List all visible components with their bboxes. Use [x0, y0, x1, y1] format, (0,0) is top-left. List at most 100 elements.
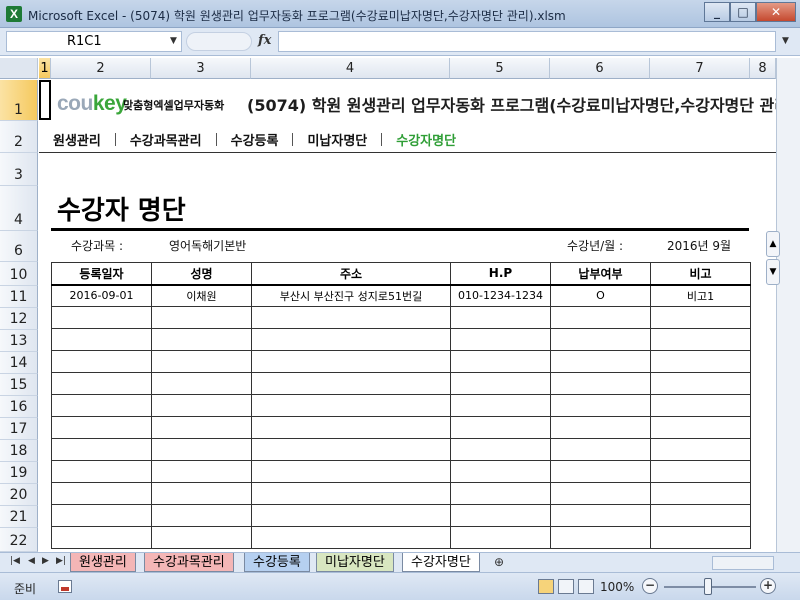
table-cell[interactable]	[550, 394, 651, 417]
column-title[interactable]: H.P	[450, 262, 551, 286]
table-cell[interactable]	[450, 460, 551, 483]
function-icon[interactable]: fx	[258, 33, 271, 48]
row-header[interactable]: 20	[0, 484, 38, 506]
chevron-down-icon[interactable]: ▼	[170, 36, 177, 46]
table-cell[interactable]	[51, 460, 152, 483]
minimize-icon[interactable]: _	[704, 2, 730, 22]
close-icon[interactable]: ✕	[756, 2, 796, 22]
row-header[interactable]: 17	[0, 418, 38, 440]
table-cell[interactable]	[650, 372, 751, 395]
name-box[interactable]: R1C1	[6, 31, 182, 52]
table-cell[interactable]	[151, 372, 252, 395]
table-cell[interactable]	[550, 416, 651, 439]
last-sheet-icon[interactable]: ▶|	[56, 556, 66, 566]
page-layout-view-icon[interactable]	[558, 579, 574, 594]
table-cell[interactable]	[51, 482, 152, 505]
table-cell[interactable]	[450, 482, 551, 505]
table-cell[interactable]	[251, 394, 451, 417]
row-header[interactable]: 6	[0, 231, 38, 262]
table-cell[interactable]	[550, 438, 651, 461]
excel-icon[interactable]: X	[6, 6, 22, 22]
table-cell[interactable]	[550, 328, 651, 351]
table-cell[interactable]	[151, 328, 252, 351]
table-cell[interactable]	[450, 372, 551, 395]
page-break-view-icon[interactable]	[578, 579, 594, 594]
select-all-corner[interactable]	[0, 58, 38, 79]
row-header[interactable]: 19	[0, 462, 38, 484]
table-cell[interactable]: 이채원	[151, 284, 252, 307]
table-cell[interactable]	[550, 372, 651, 395]
table-cell[interactable]: 2016-09-01	[51, 284, 152, 307]
zoom-level[interactable]: 100%	[600, 580, 634, 594]
column-header[interactable]: 2	[51, 58, 151, 79]
column-title[interactable]: 성명	[151, 262, 252, 286]
column-title[interactable]: 주소	[251, 262, 451, 286]
worksheet[interactable]: coukey 맞춤형엑셀업무자동화 (5074) 학원 원생관리 업무자동화 프…	[39, 80, 776, 552]
row-header[interactable]: 14	[0, 352, 38, 374]
column-header[interactable]: 7	[650, 58, 750, 79]
row-header[interactable]: 12	[0, 308, 38, 330]
table-cell[interactable]	[251, 372, 451, 395]
table-cell[interactable]	[650, 306, 751, 329]
sheet-tab-registration[interactable]: 수강등록	[244, 553, 310, 572]
table-cell[interactable]	[251, 504, 451, 527]
column-title[interactable]: 등록일자	[51, 262, 152, 286]
table-cell[interactable]	[151, 438, 252, 461]
table-cell[interactable]	[450, 416, 551, 439]
table-cell[interactable]	[650, 394, 751, 417]
table-cell[interactable]	[251, 328, 451, 351]
column-title[interactable]: 비고	[650, 262, 751, 286]
column-header[interactable]: 6	[550, 58, 650, 79]
table-cell[interactable]	[450, 504, 551, 527]
table-cell[interactable]	[650, 416, 751, 439]
table-cell[interactable]	[51, 372, 152, 395]
sheet-tab-students[interactable]: 원생관리	[70, 553, 136, 572]
menu-item-registration[interactable]: 수강등록	[217, 130, 293, 149]
table-cell[interactable]	[251, 306, 451, 329]
sheet-tab-roster[interactable]: 수강자명단	[402, 553, 480, 572]
prev-sheet-icon[interactable]: ◀	[28, 556, 35, 566]
menu-item-roster[interactable]: 수강자명단	[382, 130, 470, 149]
table-cell[interactable]	[51, 350, 152, 373]
table-cell[interactable]	[151, 416, 252, 439]
row-header[interactable]: 4	[0, 186, 38, 231]
table-cell[interactable]	[151, 526, 252, 549]
table-cell[interactable]	[251, 350, 451, 373]
table-cell[interactable]	[151, 394, 252, 417]
maximize-icon[interactable]: □	[730, 2, 756, 22]
table-cell[interactable]	[550, 350, 651, 373]
active-cell[interactable]	[39, 80, 51, 120]
sheet-tab-unpaid[interactable]: 미납자명단	[316, 553, 394, 572]
column-title[interactable]: 납부여부	[550, 262, 651, 286]
row-header[interactable]: 2	[0, 121, 38, 153]
table-cell[interactable]	[151, 482, 252, 505]
table-cell[interactable]	[51, 504, 152, 527]
first-sheet-icon[interactable]: |◀	[10, 556, 20, 566]
spin-down-icon[interactable]: ▼	[766, 259, 780, 285]
expand-formula-icon[interactable]: ▼	[777, 31, 794, 52]
macro-record-icon[interactable]	[58, 580, 72, 593]
next-sheet-icon[interactable]: ▶	[42, 556, 49, 566]
column-header[interactable]: 8	[750, 58, 776, 79]
table-cell[interactable]	[650, 328, 751, 351]
table-cell[interactable]	[151, 350, 252, 373]
menu-item-courses[interactable]: 수강과목관리	[116, 130, 216, 149]
formula-buttons[interactable]	[186, 32, 252, 51]
table-cell[interactable]	[51, 438, 152, 461]
row-header[interactable]: 1	[0, 80, 38, 121]
table-cell[interactable]	[450, 394, 551, 417]
table-cell[interactable]	[51, 416, 152, 439]
zoom-out-icon[interactable]: −	[642, 578, 658, 594]
row-header[interactable]: 11	[0, 286, 38, 308]
menu-item-unpaid[interactable]: 미납자명단	[293, 130, 381, 149]
row-header[interactable]: 3	[0, 153, 38, 186]
table-cell[interactable]	[450, 328, 551, 351]
table-cell[interactable]	[251, 482, 451, 505]
spin-up-icon[interactable]: ▲	[766, 231, 780, 257]
sheet-tab-courses[interactable]: 수강과목관리	[144, 553, 234, 572]
table-cell[interactable]	[151, 504, 252, 527]
row-header[interactable]: 13	[0, 330, 38, 352]
table-cell[interactable]	[550, 460, 651, 483]
column-header[interactable]: 5	[450, 58, 550, 79]
column-header[interactable]: 1	[39, 58, 51, 79]
